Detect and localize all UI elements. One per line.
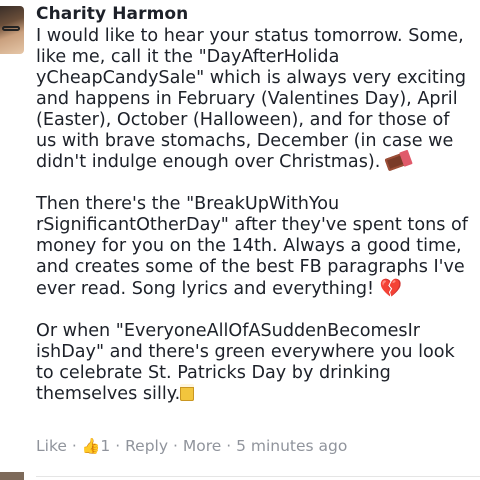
paragraph-3-text: Or when "EveryoneAllOfASuddenBecomesIr i… xyxy=(36,321,455,404)
separator: · xyxy=(71,437,77,455)
like-link[interactable]: Like xyxy=(36,437,67,455)
paragraph-2-text: Then there's the "BreakUpWithYou rSignif… xyxy=(36,194,468,299)
like-count[interactable]: 1 xyxy=(100,437,110,455)
comment-actions: Like · 👍1 · Reply · More · 5 minutes ago xyxy=(36,437,347,455)
next-comment-avatar[interactable] xyxy=(0,472,24,480)
comment: Charity Harmon I would like to hear your… xyxy=(0,0,480,470)
avatar-glasses xyxy=(2,26,20,31)
comment-body: I would like to hear your status tomorro… xyxy=(36,26,472,426)
paragraph-1-text: I would like to hear your status tomorro… xyxy=(36,26,467,172)
avatar[interactable] xyxy=(0,6,24,54)
separator: · xyxy=(115,437,121,455)
comment-author[interactable]: Charity Harmon xyxy=(36,4,188,24)
comment-paragraph-2: Then there's the "BreakUpWithYou rSignif… xyxy=(36,194,472,300)
broken-heart-icon: 💔 xyxy=(379,278,403,299)
separator: · xyxy=(172,437,178,455)
chocolate-bar-icon xyxy=(384,151,410,172)
divider xyxy=(36,476,480,477)
comment-paragraph-3: Or when "EveryoneAllOfASuddenBecomesIr i… xyxy=(36,321,472,405)
thumbs-up-icon: 👍 xyxy=(81,437,101,455)
beer-mugs-icon xyxy=(180,384,195,401)
comment-paragraph-1: I would like to hear your status tomorro… xyxy=(36,26,472,173)
separator: · xyxy=(226,437,232,455)
more-link[interactable]: More xyxy=(183,437,221,455)
reply-link[interactable]: Reply xyxy=(125,437,168,455)
comment-timestamp: 5 minutes ago xyxy=(236,437,348,455)
